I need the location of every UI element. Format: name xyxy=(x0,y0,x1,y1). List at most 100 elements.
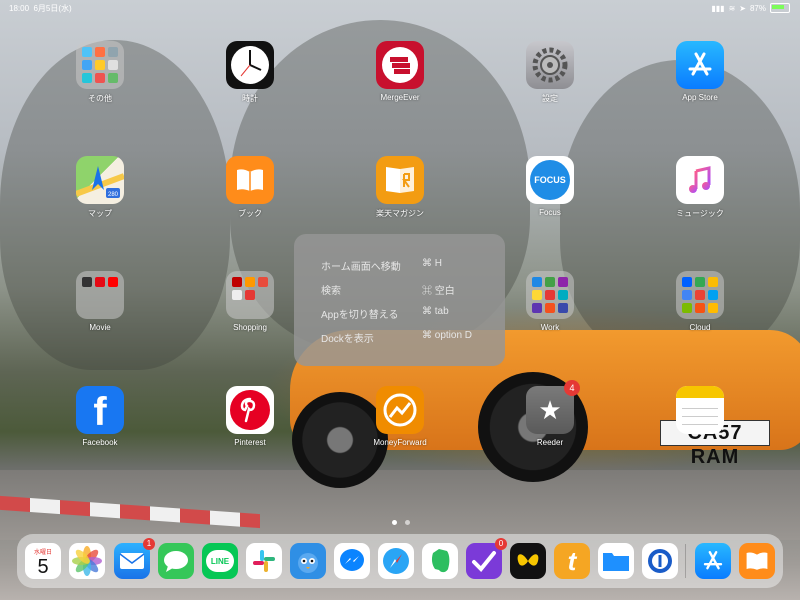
folder-icon xyxy=(226,271,274,319)
music-note-icon xyxy=(676,156,724,204)
app-folder-movie[interactable]: Movie xyxy=(60,271,140,332)
tes-butterfly-icon[interactable] xyxy=(510,543,546,579)
mergeever-icon xyxy=(376,41,424,89)
clock-icon xyxy=(226,41,274,89)
app-label: Shopping xyxy=(233,323,267,332)
app-focus[interactable]: FOCUS Focus xyxy=(510,156,590,217)
status-time-date: 18:00 6月5日(水) xyxy=(9,3,72,14)
book-icon[interactable] xyxy=(739,543,775,579)
app-rakuten-magazine[interactable]: 楽天マガジン xyxy=(360,156,440,219)
gear-icon xyxy=(526,41,574,89)
folder-icon xyxy=(676,271,724,319)
book-icon xyxy=(226,156,274,204)
shortcut-action-search: 検索 xyxy=(321,286,341,297)
slack-icon[interactable] xyxy=(246,543,282,579)
shortcut-key-search: ⌘ 空白 xyxy=(422,286,455,297)
keyboard-shortcuts-overlay: ホーム画面へ移動 ⌘ H 検索 ⌘ 空白 Appを切り替える ⌘ tab Doc… xyxy=(294,234,505,366)
facebook-icon: f xyxy=(76,386,124,434)
app-label: Cloud xyxy=(689,323,711,332)
dock: 水曜日 5 1 LINE 0 t xyxy=(17,534,783,588)
app-folder-work[interactable]: Work xyxy=(510,271,590,332)
tumblr-icon[interactable]: t xyxy=(554,543,590,579)
app-label: ブック xyxy=(238,209,262,218)
files-icon[interactable] xyxy=(598,543,634,579)
status-right: ▮▮▮ ≋ ➤ 87% xyxy=(711,3,790,13)
app-store-icon xyxy=(676,41,724,89)
line-icon[interactable]: LINE xyxy=(202,543,238,579)
signal-icon: ▮▮▮ xyxy=(711,3,725,13)
app-folder-other[interactable]: その他 xyxy=(60,41,140,104)
focus-icon-text: FOCUS xyxy=(534,175,566,185)
app-label: Work xyxy=(540,323,560,332)
app-label: その他 xyxy=(88,94,112,103)
shortcut-action-show-dock: Dockを表示 xyxy=(321,334,374,345)
app-facebook[interactable]: f Facebook xyxy=(60,386,140,447)
app-moneyforward[interactable]: MoneyForward xyxy=(360,386,440,447)
line-icon-label: LINE xyxy=(210,556,230,566)
status-time: 18:00 xyxy=(9,4,30,13)
battery-percent: 87% xyxy=(749,3,766,13)
star-icon: ★ 4 xyxy=(526,380,580,434)
folder-icon xyxy=(76,271,124,319)
evernote-icon[interactable] xyxy=(422,543,458,579)
app-label: Pinterest xyxy=(234,438,266,447)
location-icon: ➤ xyxy=(739,3,746,13)
moneyforward-icon xyxy=(376,386,424,434)
rakuten-magazine-icon xyxy=(376,156,424,204)
shortcut-key-show-dock: ⌘ option D xyxy=(422,330,473,341)
app-clock[interactable]: 時計 xyxy=(210,41,290,104)
app-notes[interactable] xyxy=(660,386,740,434)
notes-icon xyxy=(676,386,724,434)
app-folder-shopping[interactable]: Shopping xyxy=(210,271,290,332)
app-reeder[interactable]: ★ 4 Reeder xyxy=(510,380,590,447)
notification-badge: 4 xyxy=(564,380,580,396)
app-label: App Store xyxy=(682,93,718,102)
battery-icon xyxy=(770,3,790,13)
folder-icon xyxy=(526,271,574,319)
1password-icon[interactable] xyxy=(642,543,678,579)
app-folder-cloud[interactable]: Cloud xyxy=(660,271,740,332)
page-indicator[interactable] xyxy=(392,520,410,525)
shortcut-action-switch-app: Appを切り替える xyxy=(321,310,399,321)
app-maps[interactable]: 280 マップ xyxy=(60,156,140,219)
home-screen: CA57 RAM 18:00 6月5日(水) ▮▮▮ ≋ ➤ 87% その他 xyxy=(0,0,800,600)
app-store-icon[interactable] xyxy=(695,543,731,579)
shortcut-key-home: ⌘ H xyxy=(422,258,442,269)
wifi-icon: ≋ xyxy=(728,3,736,13)
map-icon-route-number: 280 xyxy=(108,192,119,198)
messages-icon[interactable] xyxy=(158,543,194,579)
app-settings[interactable]: 設定 xyxy=(510,41,590,104)
app-label: 設定 xyxy=(542,94,558,103)
app-label: Reeder xyxy=(536,438,564,447)
folder-icon xyxy=(76,41,124,89)
app-mergeever[interactable]: MergeEver xyxy=(360,41,440,102)
facebook-glyph: f xyxy=(93,390,107,434)
app-label: マップ xyxy=(88,209,112,218)
app-label: 時計 xyxy=(242,94,258,103)
page-dot-1[interactable] xyxy=(392,520,397,525)
app-label: Movie xyxy=(89,323,111,332)
shortcut-action-home: ホーム画面へ移動 xyxy=(321,262,401,273)
tweetbot-icon[interactable] xyxy=(290,543,326,579)
app-label: 楽天マガジン xyxy=(376,209,424,218)
app-books[interactable]: ブック xyxy=(210,156,290,219)
safari-icon[interactable] xyxy=(378,543,414,579)
pinterest-icon xyxy=(226,386,274,434)
mail-badge: 1 xyxy=(143,538,155,550)
mail-icon[interactable]: 1 xyxy=(114,538,155,579)
app-app-store[interactable]: App Store xyxy=(660,41,740,102)
calendar-icon[interactable]: 水曜日 5 xyxy=(25,543,61,579)
omnifocus-icon[interactable]: 0 xyxy=(466,538,507,579)
calendar-weekday: 水曜日 xyxy=(33,549,52,556)
map-icon: 280 xyxy=(76,156,124,204)
status-date: 6月5日(水) xyxy=(33,4,72,13)
calendar-day: 5 xyxy=(37,555,49,578)
photos-icon[interactable] xyxy=(69,543,105,579)
page-dot-2[interactable] xyxy=(405,520,410,525)
status-bar: 18:00 6月5日(水) ▮▮▮ ≋ ➤ 87% xyxy=(0,0,800,14)
app-label: ミュージック xyxy=(676,209,724,218)
omnifocus-badge: 0 xyxy=(495,538,507,550)
app-pinterest[interactable]: Pinterest xyxy=(210,386,290,447)
app-music[interactable]: ミュージック xyxy=(660,156,740,219)
messenger-icon[interactable] xyxy=(334,543,370,579)
